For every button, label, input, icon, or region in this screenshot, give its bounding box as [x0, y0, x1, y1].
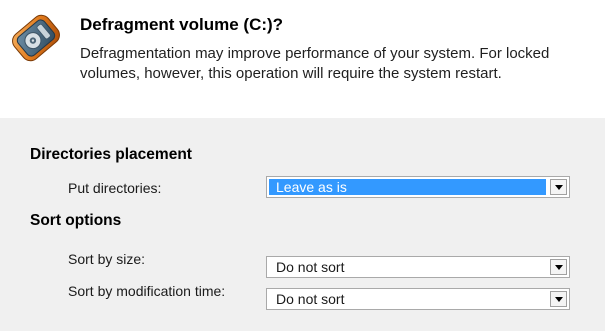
- dialog-description: Defragmentation may improve performance …: [80, 45, 550, 82]
- put-directories-label: Put directories:: [68, 180, 162, 196]
- sort-by-modification-time-value: Do not sort: [276, 291, 345, 307]
- sort-by-modification-time-dropdown-button[interactable]: [550, 291, 567, 307]
- chevron-down-icon: [555, 297, 563, 302]
- sort-by-size-value: Do not sort: [276, 259, 345, 275]
- sort-by-modification-time-select[interactable]: Do not sort: [266, 288, 570, 310]
- put-directories-value: Leave as is: [269, 179, 546, 195]
- sort-by-modification-time-label: Sort by modification time:: [68, 283, 226, 299]
- dialog-title: Defragment volume (C:)?: [80, 15, 284, 34]
- put-directories-select[interactable]: Leave as is: [266, 176, 570, 198]
- directories-placement-heading: Directories placement: [30, 146, 192, 163]
- sort-options-heading: Sort options: [30, 212, 122, 229]
- dialog-header: Defragment volume (C:)? Defragmentation …: [0, 0, 605, 118]
- options-panel: Directories placement Put directories: L…: [0, 118, 605, 331]
- defragment-dialog: Defragment volume (C:)? Defragmentation …: [0, 0, 605, 331]
- sort-by-size-label: Sort by size:: [68, 251, 146, 267]
- put-directories-dropdown-button[interactable]: [550, 179, 567, 195]
- chevron-down-icon: [555, 265, 563, 270]
- chevron-down-icon: [555, 185, 563, 190]
- disk-defragment-icon: [12, 14, 60, 62]
- sort-by-size-select[interactable]: Do not sort: [266, 256, 570, 278]
- sort-by-size-dropdown-button[interactable]: [550, 259, 567, 275]
